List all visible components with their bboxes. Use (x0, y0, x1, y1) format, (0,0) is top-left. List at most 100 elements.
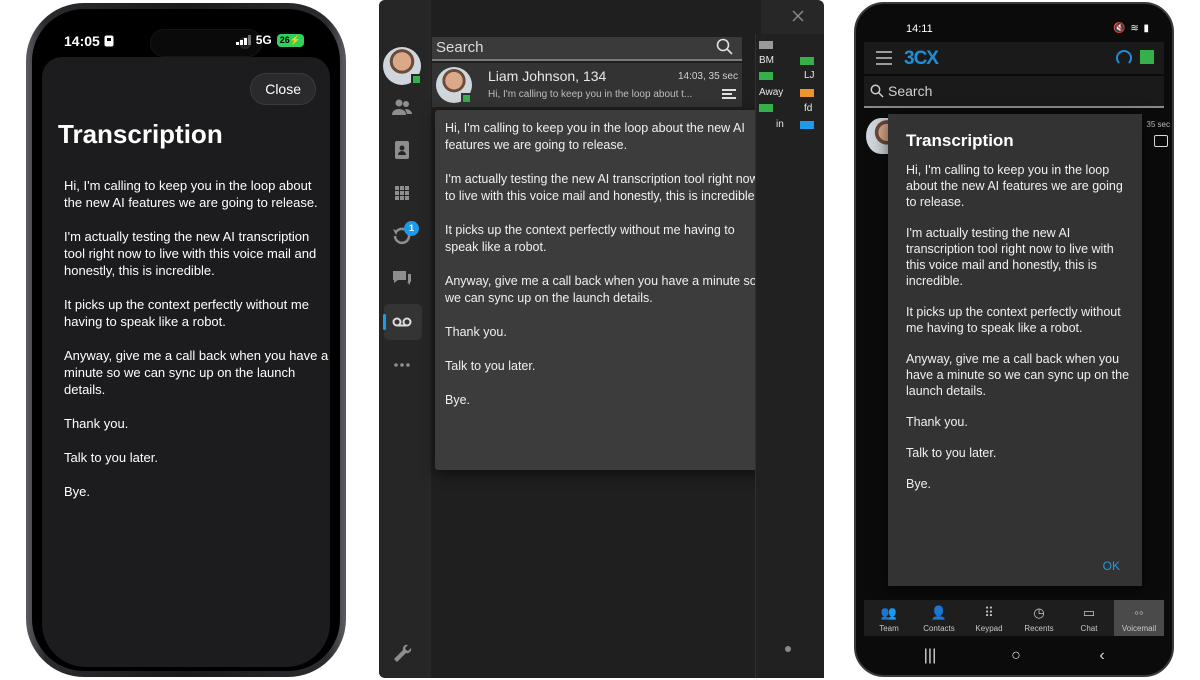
chat-icon[interactable] (391, 268, 413, 290)
transcript-paragraph: Anyway, give me a call back when you hav… (64, 348, 329, 397)
app-logo: 3CX (904, 48, 939, 69)
ios-status-icons: 5G 26⚡ (235, 33, 304, 47)
search-icon (870, 84, 884, 98)
search-input[interactable]: Search (432, 37, 742, 61)
transcript-paragraph: Anyway, give me a call back when you hav… (906, 352, 1130, 398)
team-label: LJ (804, 70, 815, 81)
tab-team[interactable]: 👥 Team (864, 600, 914, 636)
close-button[interactable]: Close (250, 73, 316, 105)
presence-indicator[interactable] (1140, 50, 1154, 64)
tab-label: Keypad (975, 624, 1003, 633)
tab-recents[interactable]: ◷ Recents (1014, 600, 1064, 636)
settings-wrench-icon[interactable] (391, 641, 413, 663)
transcription-text: Hi, I'm calling to keep you in the loop … (64, 177, 330, 517)
search-placeholder: Search (436, 39, 484, 56)
search-input[interactable]: Search (864, 76, 1164, 108)
contacts-icon: 👤 (930, 605, 948, 620)
tab-label: Voicemail (1121, 624, 1157, 633)
status-square (759, 104, 773, 112)
team-icon: 👥 (880, 605, 898, 620)
transcript-paragraph: Talk to you later. (906, 446, 997, 460)
team-label: BM (759, 55, 774, 66)
team-label: in (776, 119, 784, 130)
side-rail: 1 (379, 0, 427, 678)
battery-icon: 26⚡ (276, 33, 304, 47)
android-clock: 14:11 (906, 23, 933, 35)
transcription-text: Hi, I'm calling to keep you in the loop … (906, 162, 1130, 507)
android-status-icons: 🔇 ≋ ▮ (1113, 23, 1150, 34)
app-bar: 3CX (864, 42, 1164, 74)
ios-status-bar: 14:05 5G 26⚡ (36, 13, 336, 57)
transcript-paragraph: Hi, I'm calling to keep you in the loop … (906, 163, 1123, 209)
keypad-icon[interactable] (391, 182, 413, 204)
team-icon[interactable] (391, 96, 413, 118)
voicemail-list-item[interactable]: Liam Johnson, 134 14:03, 35 sec Hi, I'm … (432, 63, 742, 107)
status-square (759, 41, 773, 49)
search-icon[interactable] (716, 38, 734, 56)
ok-button[interactable]: OK (1103, 559, 1120, 573)
voicemail-icon: ◦◦ (1134, 605, 1144, 620)
mail-icon (1154, 135, 1168, 147)
transcript-paragraph: I'm actually testing the new AI transcri… (445, 172, 759, 203)
transcript-paragraph: I'm actually testing the new AI transcri… (64, 229, 317, 278)
keypad-icon: ⠿ (984, 605, 994, 620)
transcript-paragraph: Talk to you later. (445, 359, 536, 373)
tab-voicemail[interactable]: ◦◦ Voicemail (1114, 600, 1164, 636)
android-status-bar: 14:11 🔇 ≋ ▮ (856, 4, 1172, 35)
status-square (800, 121, 814, 129)
voicemail-icon[interactable] (391, 311, 413, 333)
home-icon[interactable]: ○ (1004, 646, 1028, 666)
transcript-paragraph: Thank you. (445, 325, 507, 339)
transcript-paragraph: It picks up the context perfectly withou… (64, 297, 309, 329)
back-icon[interactable]: ‹ (1090, 646, 1114, 666)
ios-time-text: 14:05 (64, 33, 100, 49)
recents-icon: ◷ (1033, 605, 1045, 620)
tab-label: Contacts (923, 624, 955, 633)
signal-icon (235, 35, 251, 45)
sheet-title: Transcription (58, 119, 223, 149)
team-label: Away (759, 87, 784, 98)
team-label: fd (804, 103, 813, 114)
transcription-dialog: Transcription Hi, I'm calling to keep yo… (888, 114, 1142, 586)
tab-label: Recents (1024, 624, 1054, 633)
android-phone: 14:11 🔇 ≋ ▮ 3CX Search 35 sec Transcript… (854, 2, 1174, 677)
comparison-stage: 14:05 5G 26⚡ Close Transcription Hi, I'm… (0, 0, 1200, 680)
rail-active-indicator (383, 314, 386, 330)
bottom-navigation: 👥 Team 👤 Contacts ⠿ Keypad ◷ Recents ▭ Chat ◦… (864, 600, 1164, 636)
transcript-paragraph: I'm actually testing the new AI transcri… (906, 226, 1114, 288)
recent-apps-icon[interactable]: ||| (918, 646, 942, 666)
transcript-paragraph: Talk to you later. (64, 450, 158, 465)
network-label: 5G (255, 33, 272, 47)
transcript-paragraph: Thank you. (64, 416, 129, 431)
search-placeholder: Search (888, 83, 933, 99)
tab-label: Chat (1080, 624, 1098, 633)
voicemail-time: 14:03, 35 sec (677, 71, 738, 82)
status-square (759, 72, 773, 80)
transcript-paragraph: Anyway, give me a call back when you hav… (445, 274, 757, 305)
status-square (800, 57, 814, 65)
caller-name: Liam Johnson, 134 (488, 68, 607, 84)
iphone-bezel: 14:05 5G 26⚡ Close Transcription Hi, I'm… (32, 9, 340, 671)
transcript-paragraph: It picks up the context perfectly withou… (445, 223, 735, 254)
dialog-title: Transcription (906, 131, 1014, 150)
transcription-popup: Hi, I'm calling to keep you in the loop … (435, 110, 776, 470)
contacts-icon[interactable] (391, 139, 413, 161)
iphone-screen: 14:05 5G 26⚡ Close Transcription Hi, I'm… (36, 13, 336, 667)
menu-icon[interactable] (876, 51, 892, 69)
voicemail-preview: Hi, I'm calling to keep you in the loop … (488, 89, 693, 100)
transcript-paragraph: Bye. (906, 477, 932, 491)
more-icon[interactable] (391, 354, 413, 376)
close-window-icon[interactable] (789, 8, 807, 26)
gauge-icon[interactable] (1116, 50, 1132, 66)
tab-chat[interactable]: ▭ Chat (1064, 600, 1114, 636)
transcription-sheet: Close Transcription Hi, I'm calling to k… (42, 57, 330, 667)
tab-contacts[interactable]: 👤 Contacts (914, 600, 964, 636)
transcript-paragraph: Hi, I'm calling to keep you in the loop … (445, 121, 745, 152)
tab-keypad[interactable]: ⠿ Keypad (964, 600, 1014, 636)
presence-indicator (411, 74, 422, 85)
iphone-frame: 14:05 5G 26⚡ Close Transcription Hi, I'm… (26, 3, 346, 677)
transcript-icon[interactable] (722, 89, 736, 101)
chat-icon: ▭ (1082, 605, 1096, 620)
focus-icon (104, 35, 114, 47)
tab-label: Team (879, 624, 899, 633)
